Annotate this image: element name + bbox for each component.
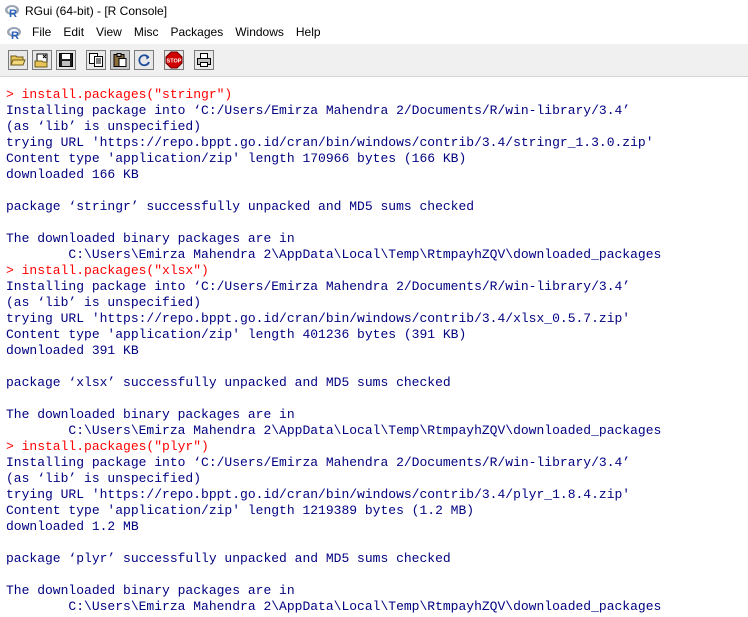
menu-view[interactable]: View [90, 22, 128, 43]
console-output-line: The downloaded binary packages are in [6, 583, 295, 598]
open-script-button[interactable] [8, 50, 28, 70]
load-workspace-icon [34, 53, 48, 68]
printer-icon [197, 53, 211, 67]
console-output-line: (as ‘lib’ is unspecified) [6, 119, 202, 134]
console-output-line: trying URL 'https://repo.bppt.go.id/cran… [6, 487, 631, 502]
console-output-line: The downloaded binary packages are in [6, 407, 295, 422]
console-command-line: > install.packages("stringr") [6, 87, 233, 102]
svg-text:R: R [11, 30, 19, 41]
console-output-line: C:\Users\Emirza Mahendra 2\AppData\Local… [6, 599, 662, 614]
load-workspace-button[interactable] [32, 50, 52, 70]
menu-windows[interactable]: Windows [229, 22, 290, 43]
console-command-line: > install.packages("xlsx") [6, 263, 209, 278]
console-output-line: (as ‘lib’ is unspecified) [6, 471, 202, 486]
console-output-line: Content type 'application/zip' length 40… [6, 327, 467, 342]
menu-packages[interactable]: Packages [165, 22, 230, 43]
console-output-line: package ‘xlsx’ successfully unpacked and… [6, 375, 451, 390]
svg-text:R: R [9, 8, 17, 19]
paste-icon [113, 53, 127, 67]
console-output-line: package ‘stringr’ successfully unpacked … [6, 199, 475, 214]
console-output-line: C:\Users\Emirza Mahendra 2\AppData\Local… [6, 423, 662, 438]
copy-icon [89, 53, 103, 67]
console-output-line: (as ‘lib’ is unspecified) [6, 295, 202, 310]
r-system-menu-icon[interactable]: R [6, 25, 22, 42]
print-button[interactable] [194, 50, 214, 70]
console-output-line: downloaded 166 KB [6, 167, 139, 182]
console-output-line: The downloaded binary packages are in [6, 231, 295, 246]
console-output-line: trying URL 'https://repo.bppt.go.id/cran… [6, 311, 631, 326]
folder-open-icon [10, 55, 26, 66]
console-output-line: Installing package into ‘C:/Users/Emirza… [6, 455, 631, 470]
copy-paste-button[interactable] [134, 50, 154, 70]
console-output-line: Content type 'application/zip' length 12… [6, 503, 475, 518]
stop-button[interactable]: STOP [164, 50, 184, 70]
paste-button[interactable] [110, 50, 130, 70]
save-workspace-button[interactable] [56, 50, 76, 70]
floppy-disk-icon [59, 53, 73, 67]
title-bar: R RGui (64-bit) - [R Console] [0, 0, 748, 22]
console-output-line: package ‘plyr’ successfully unpacked and… [6, 551, 451, 566]
console-output-line: Content type 'application/zip' length 17… [6, 151, 467, 166]
menu-misc[interactable]: Misc [128, 22, 165, 43]
copy-button[interactable] [86, 50, 106, 70]
menu-bar: R File Edit View Misc Packages Windows H… [0, 22, 748, 43]
toolbar: STOP [0, 44, 748, 77]
menu-edit[interactable]: Edit [57, 22, 90, 43]
console-output-line: downloaded 1.2 MB [6, 519, 139, 534]
console-output-line: Installing package into ‘C:/Users/Emirza… [6, 279, 631, 294]
console-output-line: trying URL 'https://repo.bppt.go.id/cran… [6, 135, 654, 150]
menu-help[interactable]: Help [290, 22, 327, 43]
console-command-line: > install.packages("plyr") [6, 439, 209, 454]
console-output[interactable]: > install.packages("stringr") Installing … [0, 80, 748, 617]
r-logo-icon: R [4, 3, 20, 19]
console-output-line: C:\Users\Emirza Mahendra 2\AppData\Local… [6, 247, 662, 262]
stop-label: STOP [167, 59, 182, 65]
menu-file[interactable]: File [26, 22, 57, 43]
window-title: RGui (64-bit) - [R Console] [25, 4, 168, 18]
refresh-icon [138, 54, 150, 67]
stop-icon: STOP [165, 51, 183, 69]
console-output-line: downloaded 391 KB [6, 343, 139, 358]
console-output-line: Installing package into ‘C:/Users/Emirza… [6, 103, 631, 118]
